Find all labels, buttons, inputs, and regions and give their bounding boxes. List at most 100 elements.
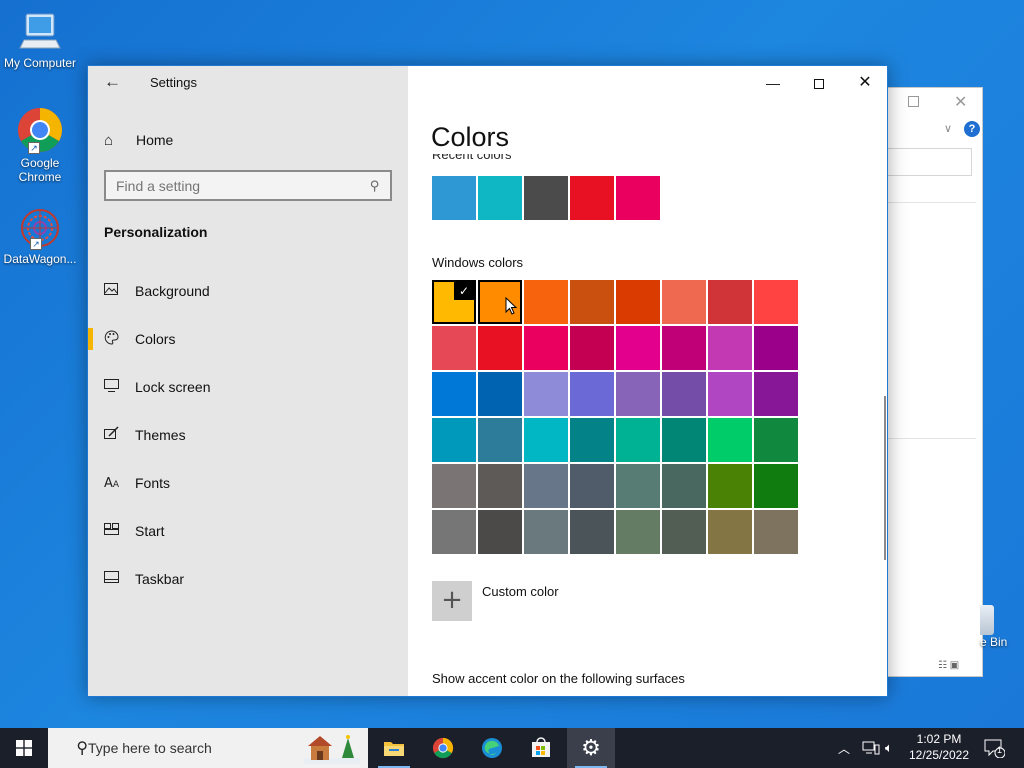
sidebar-item-themes[interactable]: Themes	[88, 417, 408, 453]
windows-color-swatch[interactable]	[708, 372, 752, 416]
tray-chevron-up-icon[interactable]: ︿	[838, 728, 850, 768]
windows-color-swatch[interactable]: ✓	[432, 280, 476, 324]
windows-color-swatch[interactable]	[478, 372, 522, 416]
volume-icon[interactable]: 🔈︎	[885, 728, 893, 768]
windows-color-swatch[interactable]	[478, 464, 522, 508]
taskbar-store[interactable]	[517, 728, 565, 768]
background-explorer-window[interactable]: ✕ ∨ ? ☷ ▣	[887, 87, 983, 677]
taskbar-search-box[interactable]: ⚲ Type here to search	[48, 728, 368, 768]
folder-icon	[384, 742, 404, 756]
desktop-icon-label: DataWagon...	[3, 252, 77, 266]
windows-color-swatch[interactable]	[432, 326, 476, 370]
desktop-icon-recycle-bin[interactable]: e Bin	[980, 605, 1020, 649]
windows-color-swatch[interactable]	[478, 510, 522, 554]
sidebar-item-colors[interactable]: Colors	[88, 321, 408, 357]
windows-color-swatch[interactable]	[570, 464, 614, 508]
windows-color-swatch[interactable]	[616, 326, 660, 370]
windows-color-swatch[interactable]	[478, 280, 522, 324]
windows-color-swatch[interactable]	[524, 326, 568, 370]
windows-color-swatch[interactable]	[708, 326, 752, 370]
custom-color-button[interactable]: +	[432, 581, 472, 621]
windows-color-swatch[interactable]	[708, 418, 752, 462]
sidebar-item-lock-screen[interactable]: Lock screen	[88, 369, 408, 405]
recent-color-swatch[interactable]	[616, 176, 660, 220]
back-arrow-icon[interactable]: ←	[104, 72, 124, 92]
view-toggle-icon[interactable]: ☷ ▣	[938, 660, 959, 671]
windows-color-swatch[interactable]	[478, 418, 522, 462]
windows-color-swatch[interactable]	[754, 372, 798, 416]
start-button[interactable]	[0, 728, 48, 768]
windows-color-swatch[interactable]	[616, 464, 660, 508]
windows-color-swatch[interactable]	[570, 326, 614, 370]
windows-color-swatch[interactable]	[570, 418, 614, 462]
settings-window[interactable]: ← Settings ⌂ Home ⚲ Personalization Back…	[87, 65, 888, 697]
windows-color-swatch[interactable]	[432, 372, 476, 416]
sidebar-item-label: Lock screen	[135, 379, 211, 395]
chevron-down-icon[interactable]: ∨	[944, 122, 952, 135]
windows-color-swatch[interactable]	[524, 464, 568, 508]
taskbar-edge[interactable]	[468, 728, 516, 768]
windows-color-swatch[interactable]	[662, 418, 706, 462]
windows-color-swatch[interactable]	[432, 418, 476, 462]
address-field[interactable]	[888, 148, 972, 176]
taskbar-clock[interactable]: 1:02 PM 12/25/2022	[908, 731, 970, 763]
windows-color-swatch[interactable]	[432, 464, 476, 508]
close-button[interactable]: ✕	[842, 68, 887, 98]
taskbar-settings[interactable]: ⚙	[567, 728, 615, 768]
windows-color-swatch[interactable]	[754, 510, 798, 554]
sidebar-item-background[interactable]: Background	[88, 273, 408, 309]
windows-color-swatch[interactable]	[524, 418, 568, 462]
windows-color-swatch[interactable]	[662, 280, 706, 324]
minimize-button[interactable]: —	[750, 68, 796, 98]
windows-color-swatch[interactable]	[708, 510, 752, 554]
close-icon[interactable]: ✕	[954, 92, 967, 112]
windows-color-swatch[interactable]	[754, 464, 798, 508]
windows-color-swatch[interactable]	[570, 280, 614, 324]
windows-color-swatch[interactable]	[616, 510, 660, 554]
desktop-icon-datawagon[interactable]: ↗ DataWagon...	[0, 206, 80, 266]
windows-color-swatch[interactable]	[754, 280, 798, 324]
desktop-icon-my-computer[interactable]: My Computer	[0, 10, 80, 70]
windows-color-swatch[interactable]	[570, 510, 614, 554]
sidebar-item-fonts[interactable]: AA Fonts	[88, 465, 408, 501]
windows-color-swatch[interactable]	[662, 326, 706, 370]
recent-color-swatch[interactable]	[432, 176, 476, 220]
windows-color-swatch[interactable]	[524, 372, 568, 416]
windows-color-swatch[interactable]	[570, 372, 614, 416]
windows-color-swatch[interactable]	[478, 326, 522, 370]
sidebar-item-taskbar[interactable]: Taskbar	[88, 561, 408, 597]
windows-color-swatch[interactable]	[524, 510, 568, 554]
maximize-icon[interactable]	[908, 96, 919, 107]
windows-color-swatch[interactable]	[754, 418, 798, 462]
search-input-box[interactable]: ⚲	[104, 170, 392, 201]
windows-color-swatch[interactable]	[662, 464, 706, 508]
windows-color-swatch[interactable]	[708, 280, 752, 324]
recent-color-swatch[interactable]	[570, 176, 614, 220]
windows-color-swatch[interactable]	[616, 372, 660, 416]
taskbar-chrome[interactable]	[419, 728, 467, 768]
help-icon[interactable]: ?	[964, 121, 980, 137]
recent-color-swatch[interactable]	[524, 176, 568, 220]
computer-icon	[18, 10, 62, 54]
windows-color-swatch[interactable]	[662, 510, 706, 554]
search-input[interactable]	[116, 177, 371, 194]
network-icon[interactable]	[862, 728, 880, 768]
windows-color-swatch[interactable]	[616, 418, 660, 462]
desktop-icon-google-chrome[interactable]: ↗ Google Chrome	[0, 106, 80, 184]
windows-color-swatch[interactable]	[616, 280, 660, 324]
windows-color-swatch[interactable]	[432, 510, 476, 554]
sidebar-item-start[interactable]: Start	[88, 513, 408, 549]
windows-color-swatch[interactable]	[662, 372, 706, 416]
recycle-bin-icon	[980, 605, 994, 635]
notification-center-button[interactable]: 1	[983, 728, 1005, 768]
windows-color-swatch[interactable]	[754, 326, 798, 370]
maximize-button[interactable]	[796, 68, 842, 98]
custom-color-label[interactable]: Custom color	[482, 584, 559, 599]
scrollbar[interactable]	[884, 396, 886, 560]
windows-color-swatch[interactable]	[708, 464, 752, 508]
recent-color-swatch[interactable]	[478, 176, 522, 220]
sidebar-item-home[interactable]: ⌂ Home	[104, 128, 394, 152]
windows-color-swatch[interactable]	[524, 280, 568, 324]
sidebar-item-label: Start	[135, 523, 165, 539]
taskbar-file-explorer[interactable]	[370, 728, 418, 768]
